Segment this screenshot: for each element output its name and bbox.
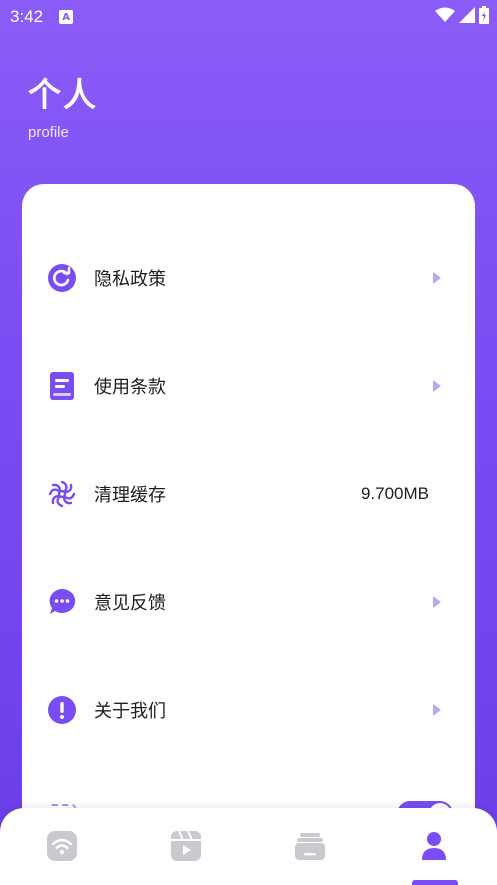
info-alert-icon xyxy=(47,695,77,725)
book-icon xyxy=(47,371,77,401)
nav-tab-library[interactable] xyxy=(290,826,330,866)
menu-item-feedback[interactable]: 意见反馈 xyxy=(22,572,475,632)
person-icon xyxy=(422,832,446,860)
settings-card: 隐私政策 使用条款 清理缓存 9.700MB 意见反馈 关于我们 xyxy=(22,184,475,885)
menu-item-label: 隐私政策 xyxy=(94,269,166,290)
status-bar: 3:42 A xyxy=(0,0,497,34)
nav-tab-home[interactable] xyxy=(42,826,82,866)
chat-bubble-icon xyxy=(47,587,77,617)
menu-item-terms-of-use[interactable]: 使用条款 xyxy=(22,356,475,416)
menu-item-label: 关于我们 xyxy=(94,701,166,722)
video-clapper-icon xyxy=(171,831,201,861)
chevron-right-icon xyxy=(433,596,441,608)
wifi-signal-icon xyxy=(435,7,455,22)
page-title: 个人 xyxy=(28,75,98,114)
chevron-right-icon xyxy=(433,704,441,716)
status-time: 3:42 xyxy=(10,7,44,26)
status-indicators xyxy=(435,6,489,24)
menu-item-about-us[interactable]: 关于我们 xyxy=(22,680,475,740)
nav-tab-video[interactable] xyxy=(166,826,206,866)
battery-icon xyxy=(479,6,489,24)
wifi-icon xyxy=(47,831,77,861)
stack-icon xyxy=(295,833,325,860)
cache-size-value: 9.700MB xyxy=(360,484,429,503)
spiral-icon xyxy=(47,479,77,509)
bottom-nav xyxy=(0,808,497,885)
nav-tab-profile[interactable] xyxy=(414,826,454,866)
refresh-icon xyxy=(47,263,77,293)
menu-item-privacy-policy[interactable]: 隐私政策 xyxy=(22,248,475,308)
app-notification-icon: A xyxy=(59,10,74,24)
chevron-right-icon xyxy=(433,272,441,284)
active-tab-indicator xyxy=(412,880,458,885)
cell-signal-icon xyxy=(459,7,475,23)
menu-item-clear-cache[interactable]: 清理缓存 9.700MB xyxy=(22,464,475,524)
menu-item-label: 使用条款 xyxy=(94,377,166,398)
menu-item-label: 意见反馈 xyxy=(94,593,166,614)
menu-item-label: 清理缓存 xyxy=(94,485,166,506)
chevron-right-icon xyxy=(433,380,441,392)
page-subtitle: profile xyxy=(28,124,69,141)
